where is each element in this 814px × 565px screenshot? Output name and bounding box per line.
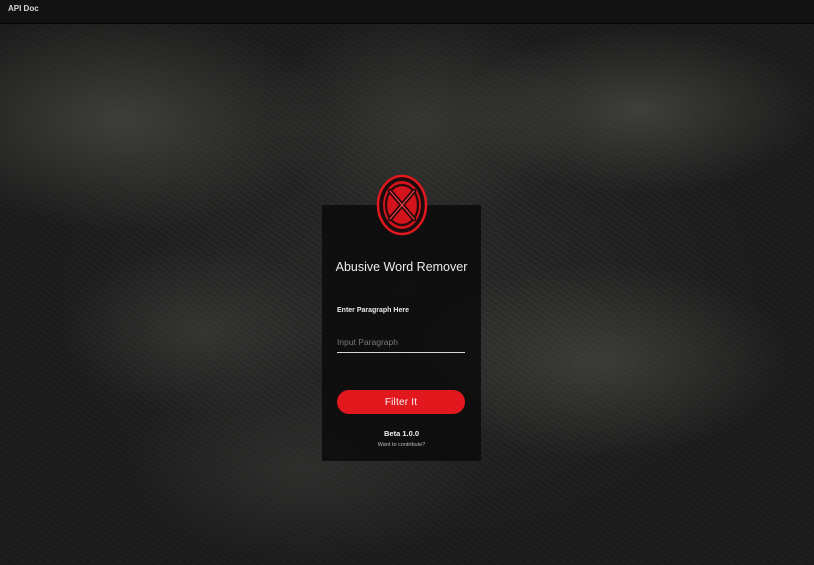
filter-button[interactable]: Filter It (337, 390, 465, 414)
paragraph-input[interactable] (337, 332, 465, 353)
contribute-link[interactable]: Want to contribute? (322, 442, 481, 448)
top-navbar: API Doc (0, 0, 814, 24)
x-shield-icon (376, 174, 428, 236)
app-title: Abusive Word Remover (335, 260, 468, 274)
api-doc-link[interactable]: API Doc (8, 4, 39, 13)
filter-card: Abusive Word Remover Enter Paragraph Her… (322, 205, 481, 461)
paragraph-field-label: Enter Paragraph Here (337, 307, 409, 314)
version-label: Beta 1.0.0 (383, 429, 420, 438)
